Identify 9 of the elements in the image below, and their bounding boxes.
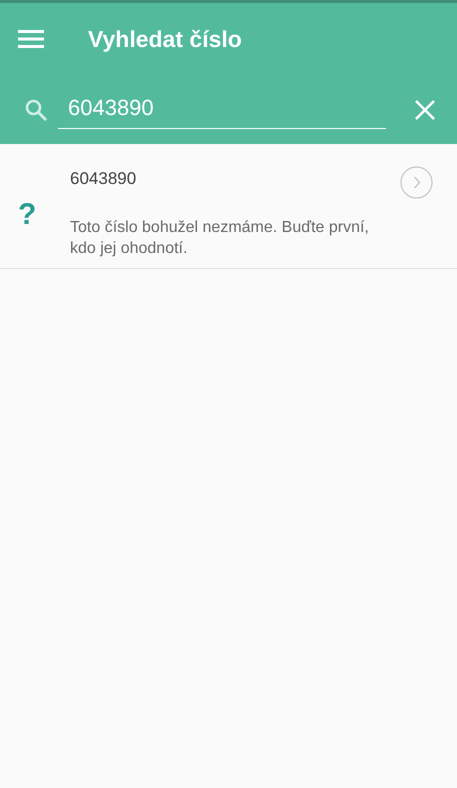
phone-number: 6043890	[70, 168, 138, 190]
search-icon	[24, 98, 48, 122]
result-message: Toto číslo bohužel nezmáme. Buďte první, kdo jej ohodnotí.	[70, 218, 370, 258]
close-icon[interactable]	[415, 100, 435, 120]
menu-icon[interactable]	[18, 29, 44, 49]
chevron-right-icon[interactable]	[400, 166, 433, 199]
result-row[interactable]: ? 6043890 Toto číslo bohužel nezmáme. Buďte první, kdo jej ohodnotí.	[0, 144, 457, 269]
screen-title: Vyhledat číslo	[88, 24, 242, 54]
unknown-symbol: ?	[18, 198, 36, 231]
